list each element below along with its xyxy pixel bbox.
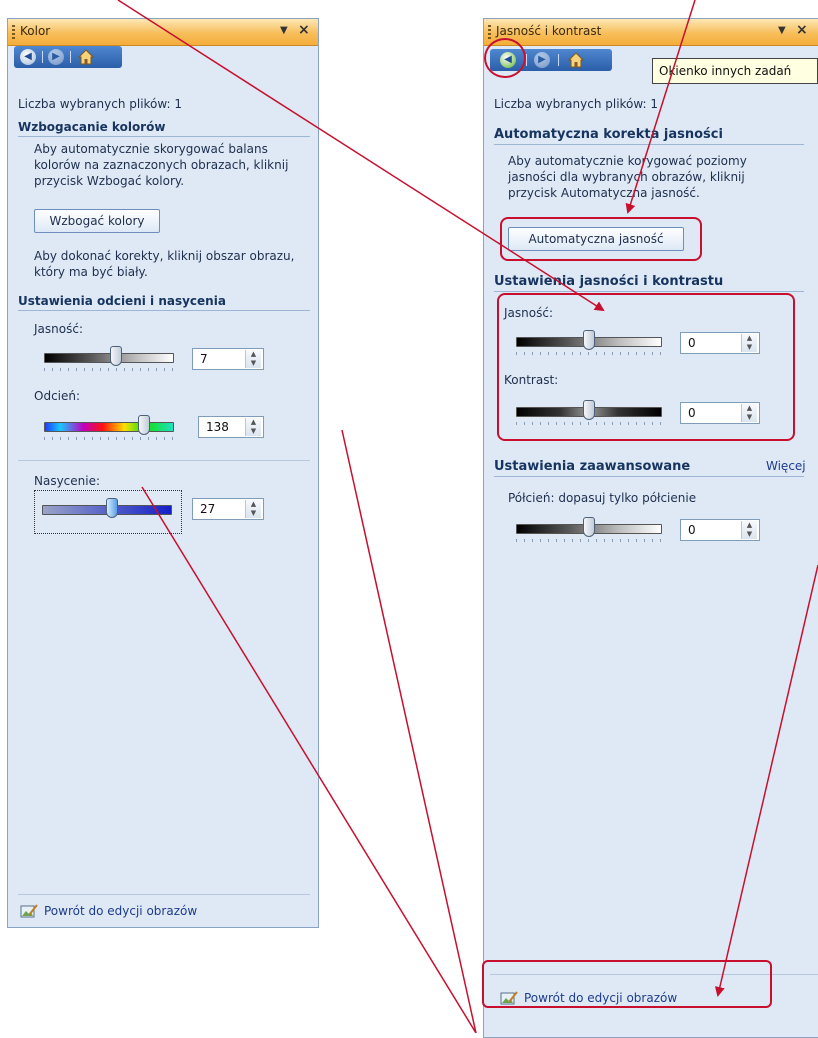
color-task-pane: Kolor ▼ × ◀ ▶ Liczba wybranych plików: 1… [7,18,319,928]
navigation-bar: ◀ ▶ [14,46,122,68]
grip-icon[interactable] [488,25,491,39]
back-to-edit-link[interactable]: Powrót do edycji obrazów [44,904,197,918]
brightness-slider[interactable] [44,346,174,371]
brightness-slider-thumb[interactable] [109,346,122,366]
enhance-desc-2: kolorów na zaznaczonych obrazach, klikni… [34,158,289,172]
saturation-slider-thumb[interactable] [106,498,119,518]
section-auto-heading: Automatyczna korekta jasności [494,127,723,142]
midtones-slider-thumb[interactable] [583,517,595,537]
midtones-spinner[interactable]: 0 ▲ ▼ [680,519,760,541]
saturation-label: Nasycenie: [34,474,101,488]
section-enhance-heading: Wzbogacanie kolorów [18,120,166,134]
hue-spinner[interactable]: 138 ▲ ▼ [198,416,264,438]
annotation-circle-back-button [484,38,526,78]
enhance-colors-button[interactable]: Wzbogać kolory [34,209,160,233]
correct-desc-1: Aby dokonać korekty, kliknij obszar obra… [34,249,295,263]
enhance-desc-1: Aby automatycznie skorygować balans [34,142,268,156]
hue-slider[interactable] [44,415,174,440]
more-link[interactable]: Więcej [766,459,806,473]
correct-desc-2: który ma być biały. [34,265,148,279]
hue-label: Odcień: [34,389,81,403]
spinner-arrows-icon[interactable]: ▲ ▼ [741,521,757,539]
enhance-desc-3: przycisk Wzbogać kolory. [34,174,185,188]
section-hue-heading: Ustawienia odcieni i nasycenia [18,294,226,308]
forward-icon[interactable]: ▶ [534,52,550,68]
brightness-label: Jasność: [34,322,83,336]
midtones-value[interactable]: 0 [688,523,696,537]
hue-slider-thumb[interactable] [138,415,151,435]
brightness-contrast-task-pane: Jasność i kontrast ▼ × ◀ ▶ Liczba wybran… [483,18,818,1038]
back-icon[interactable]: ◀ [20,49,36,65]
close-icon[interactable]: × [298,22,310,38]
spinner-arrows-icon[interactable]: ▲ ▼ [245,500,261,518]
grip-icon[interactable] [12,25,15,39]
midtones-slider[interactable] [516,517,662,542]
saturation-slider[interactable] [42,498,172,520]
auto-desc-3: przycisk Automatyczna jasność. [508,186,700,200]
edit-picture-icon[interactable] [20,903,38,919]
auto-desc-1: Aby automatycznie korygować poziomy [508,154,747,168]
spinner-arrows-icon[interactable]: ▲ ▼ [245,350,261,368]
saturation-value[interactable]: 27 [200,502,215,516]
spinner-arrows-icon[interactable]: ▲ ▼ [245,418,261,436]
brightness-spinner[interactable]: 7 ▲ ▼ [192,348,264,370]
brightness-value[interactable]: 7 [200,352,208,366]
saturation-spinner[interactable]: 27 ▲ ▼ [192,498,264,520]
pane-title: Jasność i kontrast [496,24,602,38]
section-advanced-heading: Ustawienia zaawansowane [494,459,691,474]
annotation-box-footer-link [482,960,772,1008]
tooltip: Okienko innych zadań [652,58,818,84]
arrow-line-from-hue-slider [341,429,477,1033]
title-bar[interactable]: Jasność i kontrast ▼ × [484,19,818,46]
midtones-label: Półcień: dopasuj tylko półcienie [508,491,697,505]
section-bc-heading: Ustawienia jasności i kontrastu [494,274,724,289]
dropdown-arrow-icon[interactable]: ▼ [280,25,288,36]
dropdown-arrow-icon[interactable]: ▼ [778,25,786,36]
title-bar[interactable]: Kolor ▼ × [8,19,318,46]
annotation-box-sliders [497,293,795,441]
close-icon[interactable]: × [796,22,808,38]
annotation-box-auto-button [500,217,702,261]
auto-desc-2: jasności dla wybranych obrazów, kliknij [508,170,745,184]
pane-title: Kolor [20,24,51,38]
hue-value[interactable]: 138 [206,420,229,434]
home-icon[interactable] [78,49,94,65]
files-count: Liczba wybranych plików: 1 [18,97,183,111]
forward-icon[interactable]: ▶ [48,49,64,65]
home-icon[interactable] [568,52,584,68]
files-count: Liczba wybranych plików: 1 [494,97,659,111]
